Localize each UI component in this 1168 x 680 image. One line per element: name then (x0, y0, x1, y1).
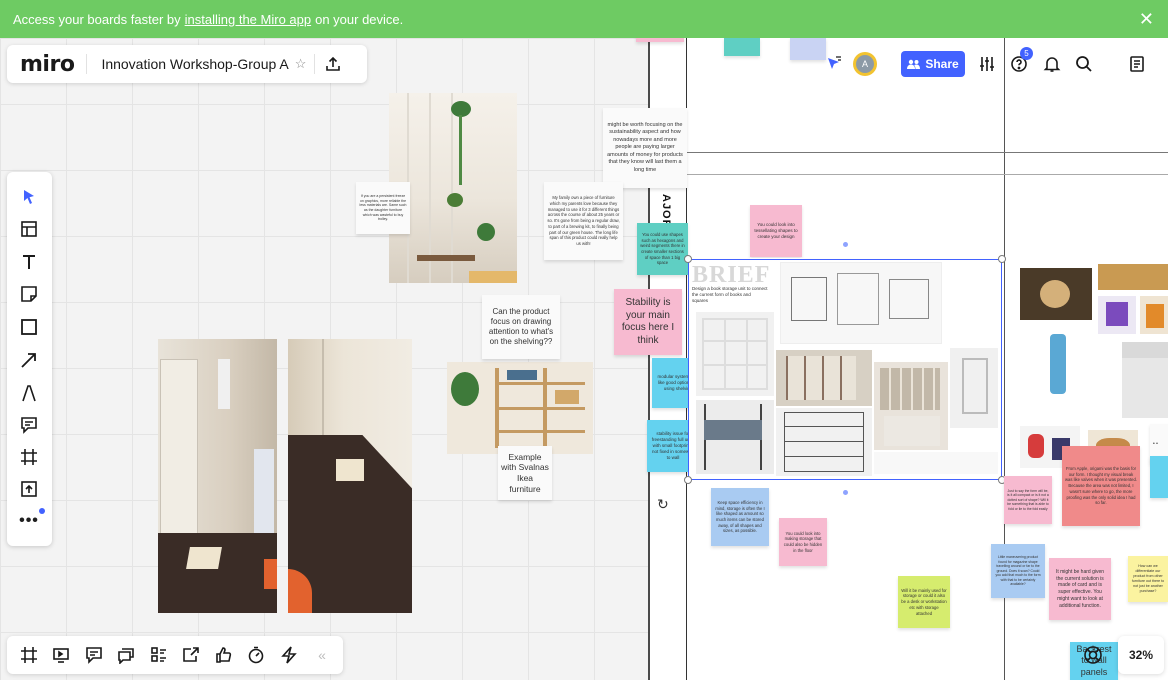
photo-hallway-2[interactable] (288, 339, 412, 613)
presentation-icon[interactable] (50, 644, 72, 666)
sticky-note[interactable]: You could look into tessellating shapes … (750, 205, 802, 257)
resize-handle[interactable] (684, 255, 692, 263)
header-divider (314, 54, 316, 74)
connection-line-icon[interactable] (18, 349, 40, 371)
chat-icon[interactable] (115, 644, 137, 666)
photo-wood-fan[interactable] (1020, 268, 1092, 320)
cards-icon[interactable] (148, 644, 170, 666)
settings-sliders-icon[interactable] (977, 54, 997, 74)
rotate-handle-icon[interactable]: ↻ (657, 496, 669, 513)
avatar-initial: A (856, 55, 874, 73)
banner-text: Access your boards faster by (13, 11, 181, 27)
resize-handle[interactable] (998, 255, 1006, 263)
notifications-bell-icon[interactable] (1042, 54, 1062, 74)
photo-wood-stack[interactable] (1098, 264, 1168, 290)
banner-text-end: on your device. (315, 11, 404, 27)
voting-icon[interactable] (213, 644, 235, 666)
close-icon[interactable]: ✕ (1139, 9, 1154, 30)
sticky-note[interactable]: My family own a piece of furniture which… (544, 182, 623, 260)
sticky-note[interactable]: Can the product focus on drawing attenti… (482, 295, 560, 359)
frame-row-line (648, 152, 1168, 153)
share-label: Share (925, 57, 959, 71)
sticky-note[interactable]: Example with Svalnas Ikea furniture (498, 446, 552, 500)
text-icon[interactable] (18, 251, 40, 273)
timer-icon[interactable] (245, 644, 267, 666)
export-icon[interactable] (323, 54, 343, 74)
photo-lamp[interactable] (1122, 358, 1168, 418)
photo-hallway-1[interactable] (158, 339, 277, 613)
comment-icon[interactable] (18, 414, 40, 436)
sticky-note[interactable]: You could look into making storage that … (779, 518, 827, 566)
install-app-banner: Access your boards faster by installing … (0, 0, 1168, 38)
photo-ikea-shelving[interactable] (447, 362, 593, 454)
support-icon[interactable] (1080, 642, 1106, 668)
photo-orange-bag[interactable] (1140, 296, 1168, 334)
shape-icon[interactable] (18, 316, 40, 338)
frames-panel-icon[interactable] (18, 644, 40, 666)
left-toolbar: ••• (7, 172, 52, 546)
share-button[interactable]: Share (901, 51, 965, 77)
more-tools-icon[interactable]: ••• (18, 510, 40, 532)
miro-logo[interactable]: miro (7, 52, 86, 77)
templates-icon[interactable] (18, 218, 40, 240)
frame-icon[interactable] (18, 446, 40, 468)
sticky-note[interactable]: Just to say the form will be, is it all … (1004, 476, 1052, 524)
zoom-level[interactable]: 32% (1118, 636, 1164, 674)
top-right-controls: A Share 5 (818, 47, 1162, 81)
sticky-note[interactable]: Will it be mainly used for storage or co… (898, 576, 950, 628)
star-icon[interactable]: ☆ (295, 56, 307, 72)
install-app-link[interactable]: installing the Miro app (185, 12, 311, 27)
collapse-icon[interactable]: « (311, 644, 333, 666)
sticky-note[interactable]: It might be hard given the current solut… (1049, 558, 1111, 620)
bottom-toolbar: « (7, 636, 343, 674)
sticky-note-icon[interactable] (18, 283, 40, 305)
sticky-note[interactable] (1150, 456, 1168, 498)
sticky-note[interactable] (636, 38, 684, 42)
frame-row-line-2 (648, 174, 1168, 175)
sticky-note[interactable]: Keep space efficiency in mind, storage i… (711, 488, 769, 546)
notification-dot (39, 508, 45, 514)
pen-icon[interactable] (18, 382, 40, 404)
sticky-note[interactable]: How can we differentiate our product fro… (1128, 556, 1168, 602)
sticky-note[interactable]: You could use shapes such as hexagons an… (637, 223, 688, 275)
board-title[interactable]: Innovation Workshop-Group A (87, 56, 294, 72)
help-badge: 5 (1020, 47, 1033, 60)
connector-dot[interactable] (843, 242, 848, 247)
comments-icon[interactable] (83, 644, 105, 666)
sticky-note[interactable]: From Apple, origami was the basis for ou… (1062, 446, 1140, 526)
sticky-note[interactable]: Little maneuvering product found for mag… (991, 544, 1045, 598)
connector-dot[interactable] (843, 490, 848, 495)
photo-purple-object[interactable] (1098, 296, 1136, 334)
screen-share-icon[interactable] (180, 644, 202, 666)
selection-box[interactable] (688, 259, 1002, 480)
notes-panel-icon[interactable] (1127, 54, 1147, 74)
activity-icon[interactable] (278, 644, 300, 666)
search-icon[interactable] (1074, 54, 1094, 74)
board-header: miro Innovation Workshop-Group A ☆ (7, 45, 367, 83)
sticky-note[interactable]: If you are a persistent freeze on graphi… (356, 182, 410, 234)
board-canvas[interactable]: AJOR If you are a persistent freeze on g… (0, 38, 1168, 680)
avatar[interactable]: A (853, 52, 877, 76)
sticky-note[interactable]: Stability is your main focus here I thin… (614, 289, 682, 355)
cursor-follow-icon[interactable] (824, 54, 844, 74)
sticky-note[interactable] (724, 38, 760, 56)
select-cursor-icon[interactable] (18, 186, 40, 208)
upload-icon[interactable] (18, 478, 40, 500)
photo-bottle-infographic[interactable] (1020, 324, 1098, 424)
resize-handle[interactable] (684, 476, 692, 484)
sticky-note[interactable]: might be worth focusing on the sustainab… (603, 108, 687, 188)
